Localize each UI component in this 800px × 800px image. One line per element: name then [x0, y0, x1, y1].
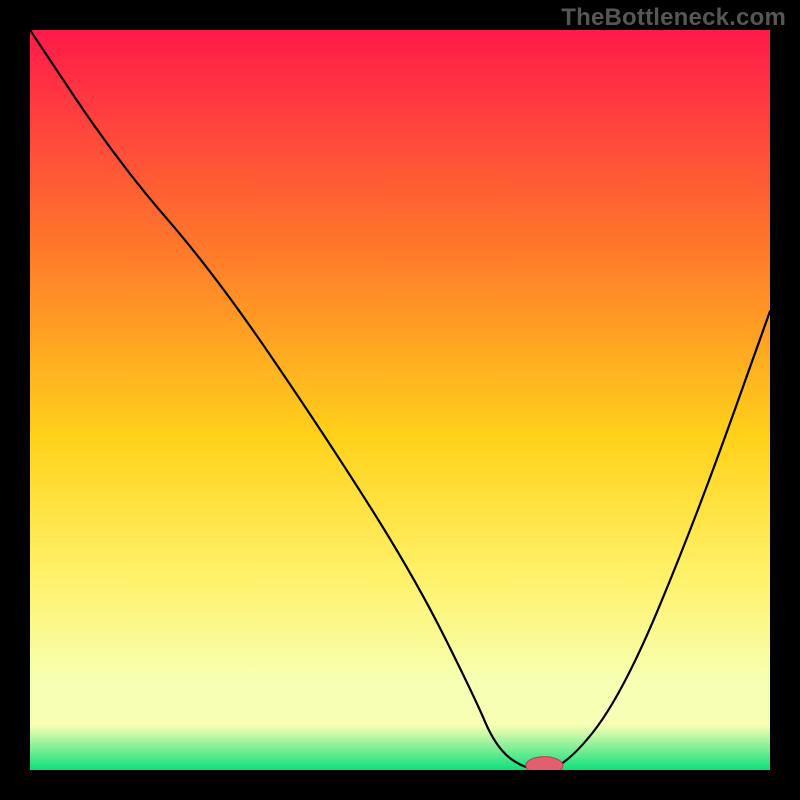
watermark-label: TheBottleneck.com [561, 4, 786, 32]
plot-background [30, 30, 770, 770]
optimal-marker [526, 757, 563, 770]
bottleneck-plot [30, 30, 770, 770]
chart-frame: TheBottleneck.com [0, 0, 800, 800]
